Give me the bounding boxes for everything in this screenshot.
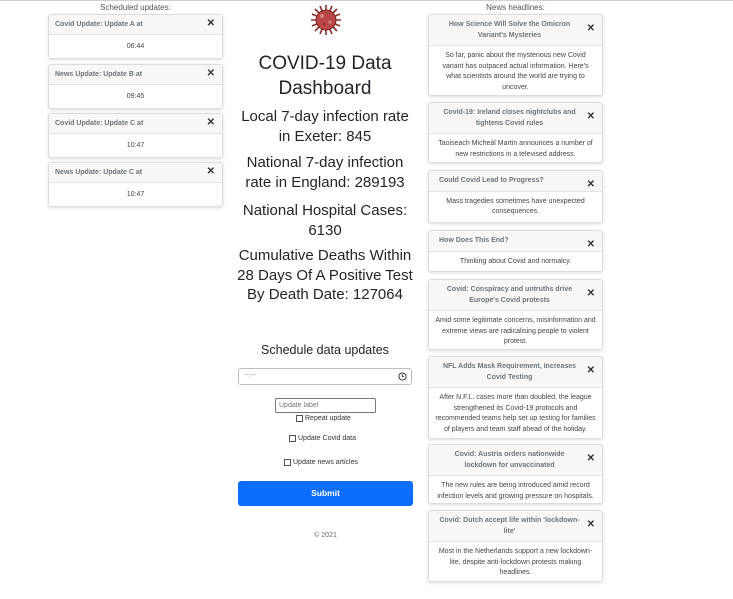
scheduled-update-card: News Update: Update C at ✕ 10:47 bbox=[48, 162, 223, 207]
news-article-header: Covid: Dutch accept life within 'lockdow… bbox=[429, 511, 602, 542]
scheduled-update-title: Covid Update: Update C at bbox=[55, 120, 144, 127]
dashboard-title: COVID-19 Data Dashboard bbox=[258, 53, 392, 99]
close-icon[interactable]: ✕ bbox=[207, 118, 215, 128]
close-icon[interactable]: ✕ bbox=[587, 112, 595, 122]
update-covid-label: Update Covid data bbox=[298, 435, 356, 442]
scheduled-update-time: 10:47 bbox=[126, 191, 145, 198]
scheduled-update-card: News Update: Update B at ✕ 09:45 bbox=[48, 64, 223, 109]
scheduled-updates-title: Scheduled updates: bbox=[100, 3, 171, 12]
scheduled-update-header: Covid Update: Update C at ✕ bbox=[49, 114, 222, 134]
news-article-card: NFL Adds Mask Requirement, Increases Cov… bbox=[428, 356, 603, 439]
update-label-input[interactable] bbox=[275, 398, 376, 413]
close-icon[interactable]: ✕ bbox=[587, 366, 595, 376]
news-article-body: Mass tragedies sometimes have unexpected… bbox=[446, 197, 585, 216]
repeat-update-label: Repeat update bbox=[305, 415, 351, 422]
scheduled-update-card: Covid Update: Update A at ✕ 06:44 bbox=[48, 14, 223, 59]
scheduled-update-header: News Update: Update C at ✕ bbox=[49, 163, 222, 183]
news-article-card: Covid: Dutch accept life within 'lockdow… bbox=[428, 510, 603, 582]
scheduled-update-card: Covid Update: Update C at ✕ 10:47 bbox=[48, 113, 223, 158]
news-article-title: How Science Will Solve the Omicron Varia… bbox=[448, 21, 571, 39]
scheduled-update-time: 09:45 bbox=[126, 93, 145, 100]
scheduled-update-title: Covid Update: Update A at bbox=[55, 21, 143, 28]
scheduled-update-time: 06:44 bbox=[126, 43, 145, 50]
news-article-title: Covid: Conspiracy and untruths drive Eur… bbox=[446, 286, 573, 304]
news-article-header: Could Covid Lead to Progress? ✕ bbox=[429, 171, 602, 192]
news-article-card: How Does This End? ✕ Thinking about Covi… bbox=[428, 230, 603, 272]
scheduled-update-header: News Update: Update B at ✕ bbox=[49, 65, 222, 85]
repeat-update-option[interactable]: Repeat update bbox=[296, 415, 351, 422]
hospital-cases: National Hospital Cases: 6130 bbox=[242, 202, 408, 239]
close-icon[interactable]: ✕ bbox=[587, 240, 595, 250]
submit-button[interactable]: Submit bbox=[238, 481, 413, 506]
update-news-option[interactable]: Update news articles bbox=[284, 459, 358, 466]
news-headlines-title: News headlines: bbox=[486, 3, 545, 12]
close-icon[interactable]: ✕ bbox=[587, 180, 595, 190]
scheduled-update-header: Covid Update: Update A at ✕ bbox=[49, 15, 222, 35]
news-article-card: Covid: Austria orders nationwide lockdow… bbox=[428, 444, 603, 504]
clock-icon[interactable] bbox=[398, 372, 407, 381]
news-article-card: How Science Will Solve the Omicron Varia… bbox=[428, 14, 603, 96]
update-news-label: Update news articles bbox=[293, 459, 358, 466]
close-icon[interactable]: ✕ bbox=[207, 69, 215, 79]
time-placeholder: --:-- bbox=[244, 372, 256, 379]
news-article-body: Amid some legitimate concerns, misinform… bbox=[435, 317, 596, 345]
copyright: © 2021 bbox=[314, 532, 337, 539]
news-article-header: How Science Will Solve the Omicron Varia… bbox=[429, 15, 602, 46]
news-article-header: How Does This End? ✕ bbox=[429, 231, 602, 252]
news-article-header: NFL Adds Mask Requirement, Increases Cov… bbox=[429, 357, 602, 388]
news-article-header: Covid-19: Ireland closes nightclubs and … bbox=[429, 103, 602, 134]
coronavirus-logo-icon bbox=[311, 5, 341, 35]
news-article-card: Covid: Conspiracy and untruths drive Eur… bbox=[428, 279, 603, 350]
update-covid-checkbox[interactable] bbox=[289, 435, 296, 442]
scheduled-update-title: News Update: Update C at bbox=[55, 169, 143, 176]
news-article-title: Covid-19: Ireland closes nightclubs and … bbox=[443, 109, 576, 127]
close-icon[interactable]: ✕ bbox=[207, 19, 215, 29]
close-icon[interactable]: ✕ bbox=[587, 24, 595, 34]
news-article-title: How Does This End? bbox=[439, 237, 509, 244]
news-article-title: Covid: Dutch accept life within 'lockdow… bbox=[439, 517, 580, 535]
schedule-form-heading: Schedule data updates bbox=[261, 343, 389, 357]
scheduled-update-time: 10:47 bbox=[126, 142, 145, 149]
update-covid-option[interactable]: Update Covid data bbox=[289, 435, 356, 442]
news-article-title: Covid: Austria orders nationwide lockdow… bbox=[454, 451, 565, 469]
news-article-body: Thinking about Covid and normalcy. bbox=[459, 257, 572, 265]
close-icon[interactable]: ✕ bbox=[207, 167, 215, 177]
repeat-update-checkbox[interactable] bbox=[296, 415, 303, 422]
close-icon[interactable]: ✕ bbox=[587, 289, 595, 299]
news-article-card: Could Covid Lead to Progress? ✕ Mass tra… bbox=[428, 170, 603, 223]
update-time-input[interactable]: --:-- bbox=[238, 368, 412, 385]
close-icon[interactable]: ✕ bbox=[587, 454, 595, 464]
update-news-checkbox[interactable] bbox=[284, 459, 291, 466]
news-article-title: NFL Adds Mask Requirement, Increases Cov… bbox=[442, 363, 577, 381]
news-article-header: Covid: Conspiracy and untruths drive Eur… bbox=[429, 280, 602, 311]
news-article-header: Covid: Austria orders nationwide lockdow… bbox=[429, 445, 602, 476]
cumulative-deaths: Cumulative Deaths Within 28 Days Of A Po… bbox=[237, 247, 413, 303]
national-infection-rate: National 7-day infection rate in England… bbox=[245, 154, 405, 191]
news-article-body: Most in the Netherlands support a new lo… bbox=[438, 548, 593, 576]
news-article-body: So far, panic about the mysterious new C… bbox=[442, 52, 589, 91]
scheduled-update-title: News Update: Update B at bbox=[55, 71, 143, 78]
news-article-card: Covid-19: Ireland closes nightclubs and … bbox=[428, 102, 603, 163]
local-infection-rate: Local 7-day infection rate in Exeter: 84… bbox=[241, 108, 409, 145]
close-icon[interactable]: ✕ bbox=[587, 520, 595, 530]
news-article-body: After N.F.L. cases more than doubled, th… bbox=[435, 394, 596, 433]
news-article-title: Could Covid Lead to Progress? bbox=[439, 177, 544, 184]
news-article-body: Taoiseach Micheál Martin announces a num… bbox=[438, 140, 593, 158]
news-article-body: The new rules are being introduced amid … bbox=[437, 482, 594, 500]
